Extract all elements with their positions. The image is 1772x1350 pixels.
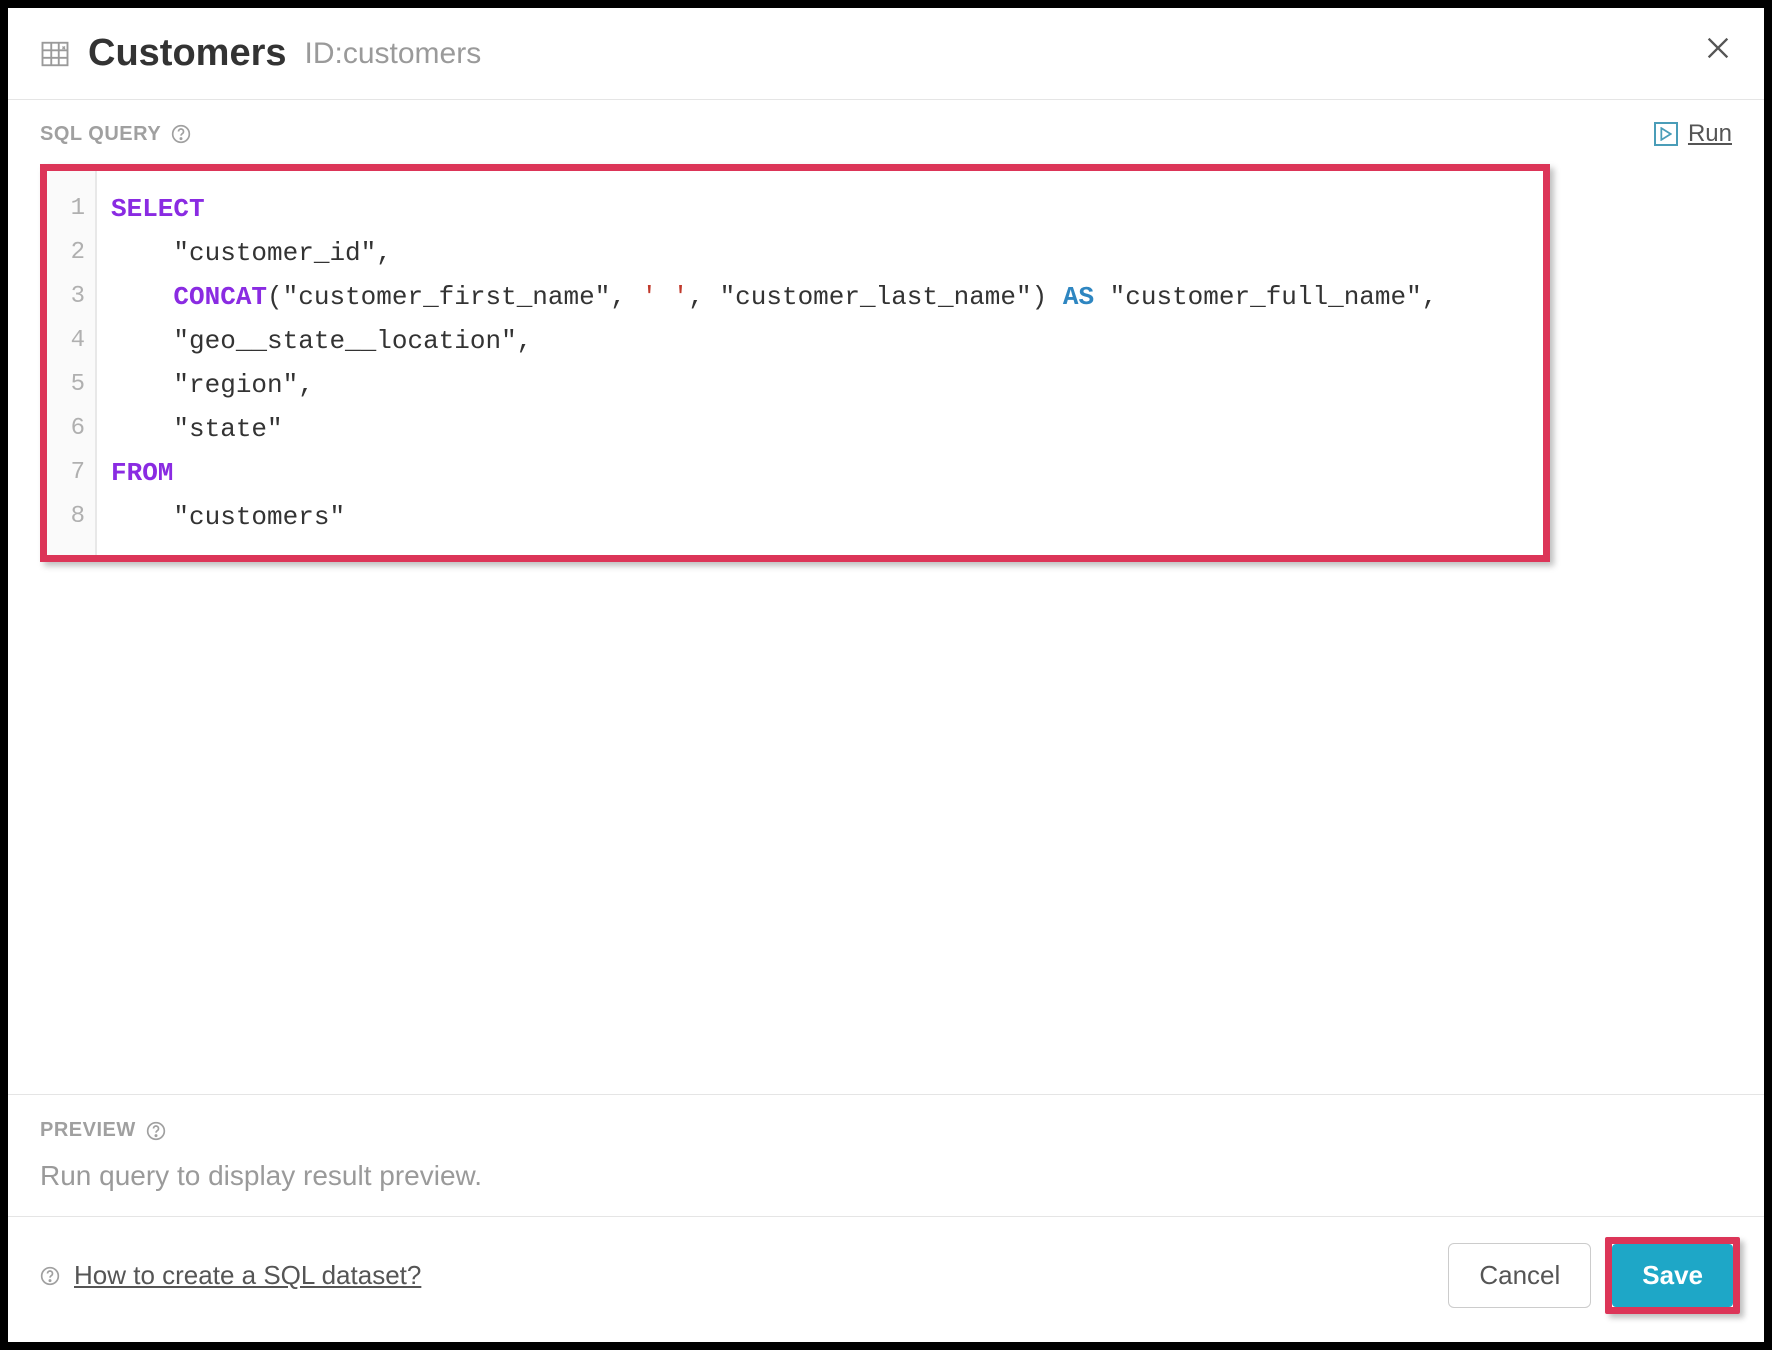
- line-number: 2: [57, 231, 85, 275]
- code-line: "geo__state__location",: [111, 319, 1529, 363]
- line-number: 7: [57, 451, 85, 495]
- modal-subtitle: ID:customers: [305, 37, 482, 71]
- help-link[interactable]: How to create a SQL dataset?: [74, 1260, 421, 1291]
- line-number: 8: [57, 495, 85, 539]
- line-number: 3: [57, 275, 85, 319]
- run-button[interactable]: Run: [1654, 120, 1732, 148]
- preview-section-label: PREVIEW: [40, 1119, 136, 1142]
- run-label: Run: [1688, 120, 1732, 148]
- code-line: "region",: [111, 363, 1529, 407]
- help-icon[interactable]: [171, 124, 191, 144]
- save-button-highlight: Save: [1605, 1237, 1740, 1314]
- query-label-group: SQL QUERY: [40, 123, 191, 146]
- line-number: 5: [57, 363, 85, 407]
- sql-code-editor[interactable]: 1 2 3 4 5 6 7 8 SELECT "customer_id", CO…: [47, 171, 1543, 555]
- help-icon[interactable]: [146, 1121, 166, 1141]
- line-number: 1: [57, 187, 85, 231]
- line-number: 4: [57, 319, 85, 363]
- code-line: FROM: [111, 451, 1529, 495]
- preview-label-group: PREVIEW: [40, 1119, 1732, 1142]
- save-button[interactable]: Save: [1612, 1244, 1733, 1307]
- modal-header: Customers ID:customers: [8, 8, 1764, 100]
- cancel-button[interactable]: Cancel: [1448, 1243, 1591, 1308]
- code-line: "customers": [111, 495, 1529, 539]
- preview-section: PREVIEW Run query to display result prev…: [8, 1094, 1764, 1216]
- preview-empty-message: Run query to display result preview.: [40, 1160, 1732, 1192]
- modal-footer: How to create a SQL dataset? Cancel Save: [8, 1216, 1764, 1342]
- code-line: "customer_id",: [111, 231, 1529, 275]
- sql-query-section: SQL QUERY Run: [8, 100, 1764, 1094]
- play-icon: [1654, 122, 1678, 146]
- code-line: CONCAT("customer_first_name", ' ', "cust…: [111, 275, 1529, 319]
- query-section-label: SQL QUERY: [40, 123, 161, 146]
- footer-actions: Cancel Save: [1448, 1237, 1740, 1314]
- code-line: SELECT: [111, 187, 1529, 231]
- sql-dataset-modal: Customers ID:customers SQL QUERY: [8, 8, 1764, 1342]
- code-body: SELECT "customer_id", CONCAT("customer_f…: [95, 171, 1543, 555]
- line-number: 6: [57, 407, 85, 451]
- help-icon[interactable]: [40, 1266, 60, 1286]
- query-section-header: SQL QUERY Run: [40, 120, 1732, 148]
- line-number-gutter: 1 2 3 4 5 6 7 8: [47, 171, 95, 555]
- close-button[interactable]: [1704, 34, 1732, 62]
- modal-title: Customers: [88, 32, 287, 75]
- footer-help-group: How to create a SQL dataset?: [40, 1260, 421, 1291]
- table-icon: [40, 39, 70, 69]
- code-editor-highlight: 1 2 3 4 5 6 7 8 SELECT "customer_id", CO…: [40, 164, 1550, 562]
- code-line: "state": [111, 407, 1529, 451]
